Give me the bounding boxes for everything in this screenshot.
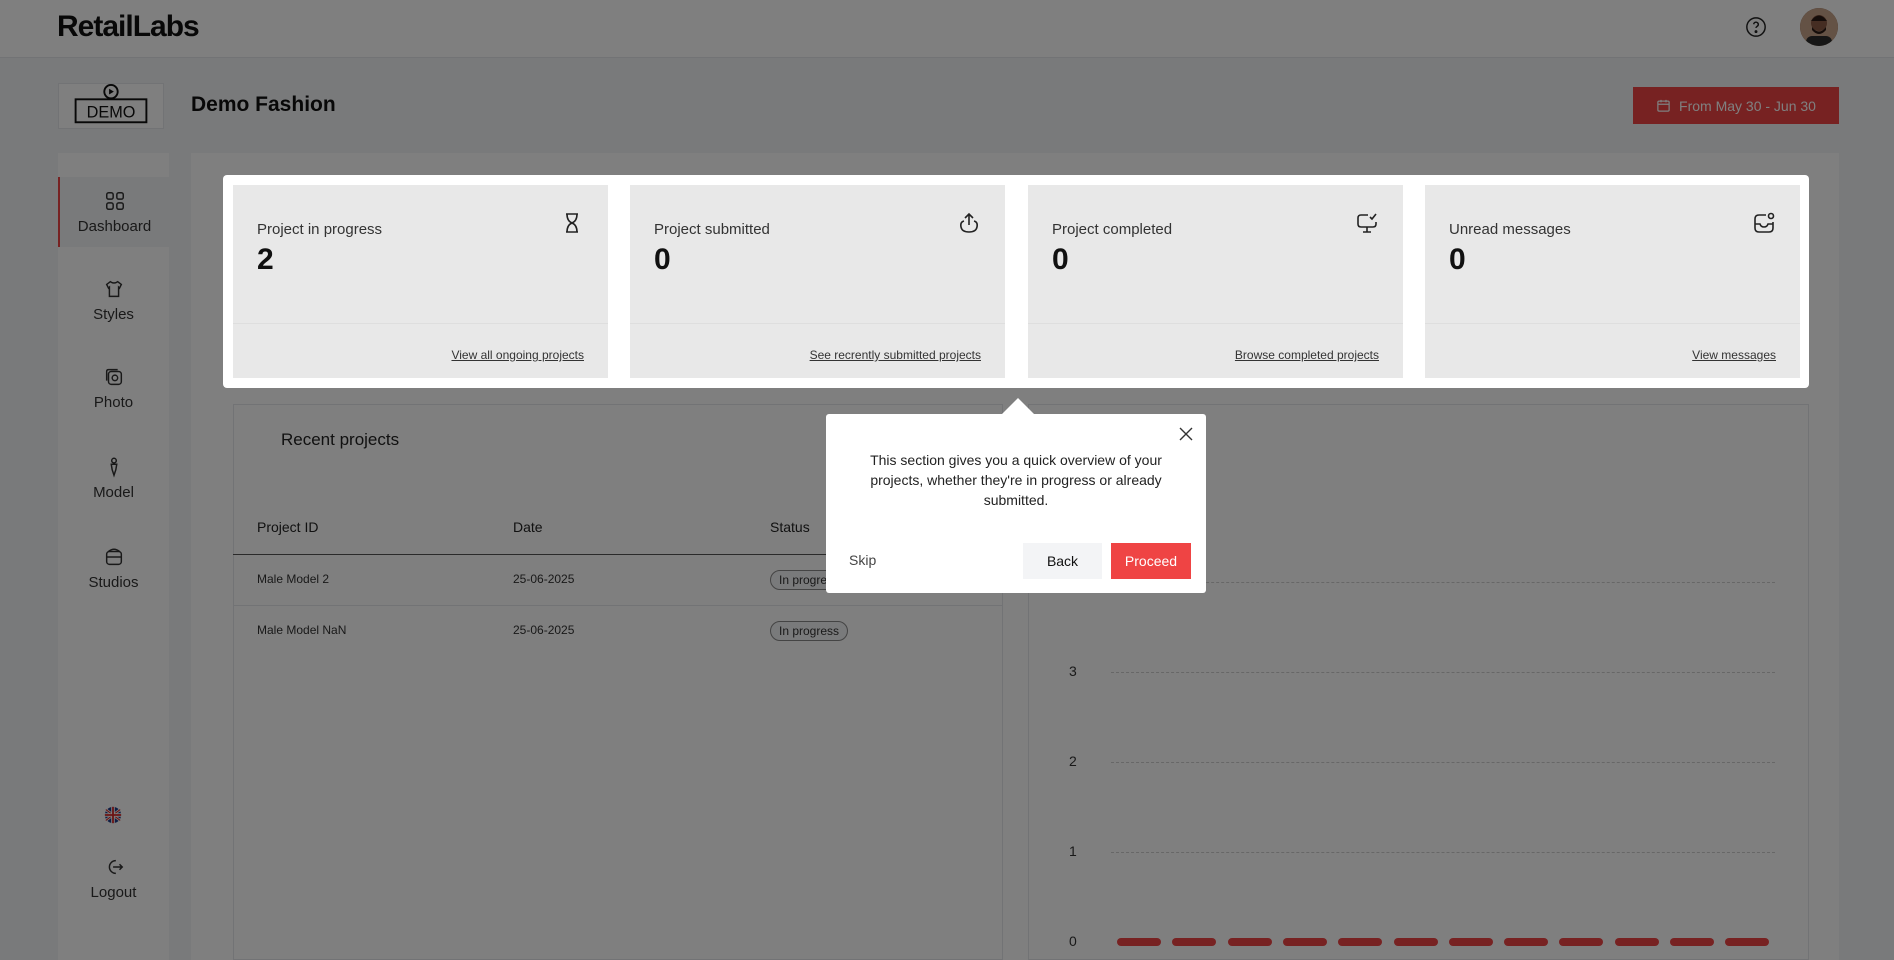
stat-divider: [1425, 323, 1800, 324]
monitor-check-icon: [1357, 213, 1377, 233]
close-icon[interactable]: [1178, 426, 1194, 442]
popover-arrow: [1002, 398, 1034, 414]
stat-label: Unread messages: [1449, 221, 1571, 238]
hourglass-icon: [566, 213, 578, 233]
tour-text: This section gives you a quick overview …: [870, 452, 1162, 508]
back-button[interactable]: Back: [1023, 543, 1102, 579]
view-ongoing-projects-link[interactable]: View all ongoing projects: [451, 348, 584, 362]
stat-label: Project submitted: [654, 221, 770, 238]
stat-card-submitted: Project submitted 0 See recrently submit…: [630, 185, 1005, 378]
see-submitted-projects-link[interactable]: See recrently submitted projects: [810, 348, 981, 362]
stat-value: 0: [1449, 243, 1466, 276]
tour-popover: This section gives you a quick overview …: [826, 414, 1206, 593]
skip-button[interactable]: Skip: [849, 552, 876, 568]
stats-section: Project in progress 2 View all ongoing p…: [223, 175, 1809, 388]
stat-card-messages: Unread messages 0 View messages: [1425, 185, 1800, 378]
browse-completed-projects-link[interactable]: Browse completed projects: [1235, 348, 1379, 362]
stat-value: 2: [257, 243, 274, 276]
proceed-button[interactable]: Proceed: [1111, 543, 1191, 579]
stat-divider: [630, 323, 1005, 324]
stat-card-completed: Project completed 0 Browse completed pro…: [1028, 185, 1403, 378]
inbox-notification-icon: [1754, 212, 1775, 233]
view-messages-link[interactable]: View messages: [1692, 348, 1776, 362]
stat-value: 0: [1052, 243, 1069, 276]
stat-divider: [1028, 323, 1403, 324]
upload-icon: [960, 212, 978, 233]
stat-divider: [233, 323, 608, 324]
stat-label: Project completed: [1052, 221, 1173, 238]
stat-value: 0: [654, 243, 671, 276]
stat-card-in-progress: Project in progress 2 View all ongoing p…: [233, 185, 608, 378]
stat-label: Project in progress: [257, 221, 383, 238]
